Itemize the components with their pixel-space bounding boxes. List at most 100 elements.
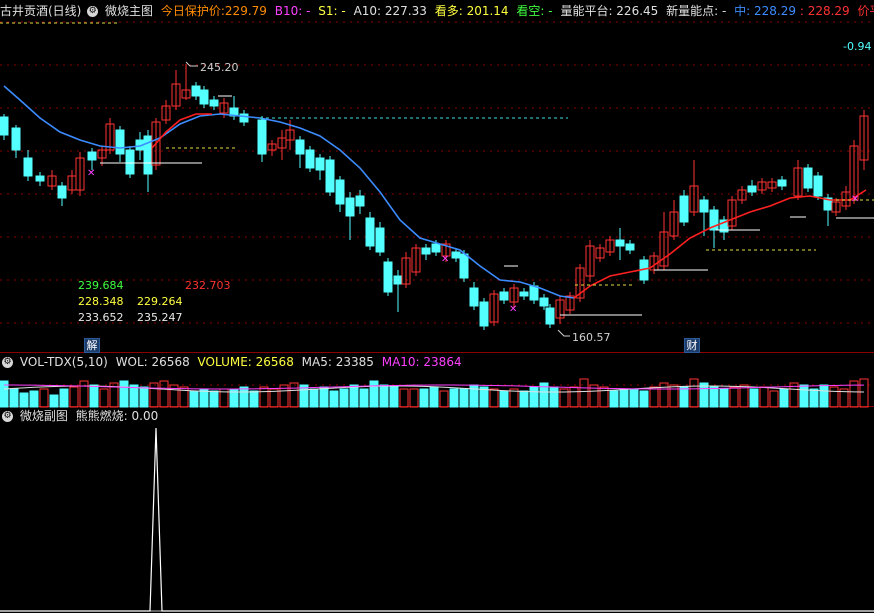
left-value: 239.684 [78,279,124,292]
volume-bar [489,388,499,408]
volume-bar [499,390,509,408]
left-value: 235.247 [137,311,183,324]
candle-body [35,175,45,182]
x-marker: ✕ [441,254,449,265]
volume-bar [609,390,619,408]
event-marker-jie[interactable]: 解 [84,338,100,353]
candle-body [115,129,125,155]
candle-body [0,116,9,136]
volume-bar [9,388,19,408]
candle-body [431,243,441,253]
candle-body [335,179,345,205]
kline-chart[interactable]: ✕ ✕ ✕ ✕ [0,0,874,613]
candle-body [459,253,469,279]
volume-bar [779,388,789,408]
volume-bar [49,394,59,408]
volume-bar [699,382,709,408]
left-value: 233.652 [78,311,124,324]
candle-body [209,99,219,107]
volume-bar [439,390,449,408]
volume-bar [329,390,339,408]
volume-bar [189,390,199,408]
volume-bar [729,386,739,408]
candle-body [239,113,249,123]
left-value: 232.703 [185,279,231,292]
volume-bar [619,388,629,408]
volume-bar [579,378,589,408]
candle-body [365,217,375,247]
candle-body [777,179,787,187]
candle-body [57,185,67,199]
volume-bar [99,388,109,408]
volume-bar [569,386,579,408]
volume-bar [339,388,349,408]
candle-body [375,227,385,253]
volume-bar [419,388,429,408]
candle-body [11,127,21,151]
candle-body [355,195,365,207]
volume-bar [709,386,719,408]
volume-bar [369,380,379,408]
burn-signal-line [0,427,874,612]
candle-body [257,119,267,155]
candle-body [499,291,509,301]
x-marker: ✕ [509,304,517,315]
volume-bar [759,386,769,408]
volume-bar [799,384,809,408]
volume-bar [409,388,419,408]
candle-body [325,159,335,193]
volume-bar [859,378,869,408]
ma-line-red [151,113,212,149]
volume-bar [139,386,149,408]
volume-bar [249,390,259,408]
volume-bar [459,388,469,408]
volume-bar [29,390,39,408]
candle-body [191,85,201,97]
candle-body [315,157,325,171]
candle-body [813,175,823,197]
volume-bar [629,388,639,408]
candle-body [345,197,355,217]
volume-bar [59,388,69,408]
candle-body [23,157,33,177]
volume-bar [449,388,459,408]
volume-bar [529,386,539,408]
event-marker-cai[interactable]: 财 [684,338,700,353]
left-value: 228.348 [78,295,124,308]
candle-body [747,185,757,193]
volume-bar [689,378,699,408]
candle-body [305,149,315,169]
x-marker: ✕ [87,168,95,179]
volume-bar [809,388,819,408]
x-marker: ✕ [851,194,859,205]
candle-body [625,243,635,251]
candle-body [383,261,393,293]
candle-body [539,297,549,307]
volume-bar [749,388,759,408]
candle-body [199,89,209,105]
volume-bar [149,382,159,408]
volume-bar [719,388,729,408]
candle-body [519,291,529,297]
candle-body [679,195,689,223]
volume-bar [239,386,249,408]
volume-bar [819,384,829,408]
volume-bar [89,384,99,408]
candle-body [615,239,625,247]
volume-bar [349,384,359,408]
volume-bar [429,386,439,408]
candle-body [87,151,97,161]
volume-bar [829,386,839,408]
volume-bar [389,386,399,408]
volume-bar [399,388,409,408]
candle-body [699,199,709,213]
candle-body [125,149,135,175]
volume-bar [259,386,269,408]
volume-bar [119,380,129,408]
volume-bar [39,388,49,408]
volume-bar [309,388,319,408]
volume-bar [549,386,559,408]
candle-body [469,287,479,307]
volume-bar [19,392,29,408]
volume-bar [649,386,659,408]
